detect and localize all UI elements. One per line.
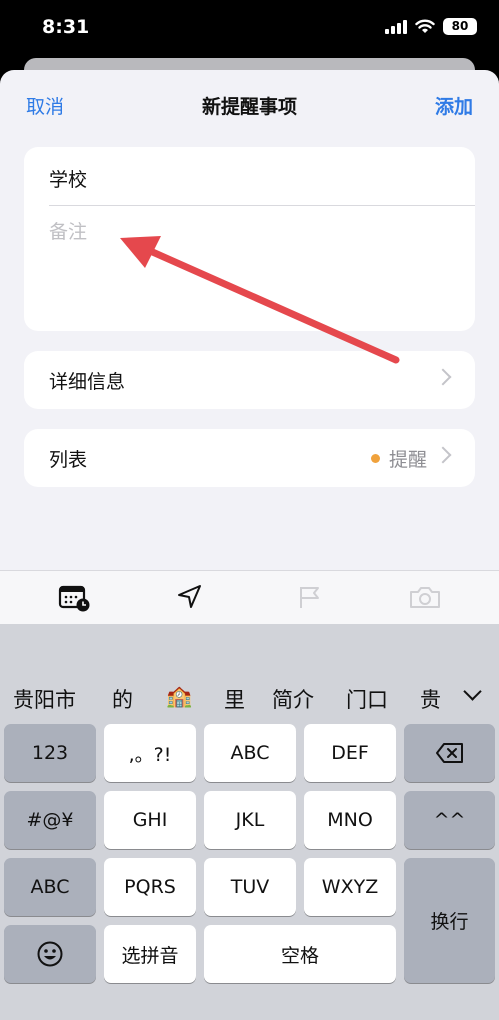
wifi-icon (415, 19, 435, 33)
backspace-icon (435, 743, 463, 763)
status-bar: 8:31 80 (0, 0, 499, 62)
list-name: 提醒 (388, 449, 427, 471)
key-caret[interactable]: ^^ (404, 791, 495, 849)
key-mno[interactable]: MNO (304, 791, 396, 849)
delete-button[interactable] (404, 724, 495, 782)
add-button[interactable]: 添加 (435, 92, 473, 119)
candidate-item[interactable]: 简介 (272, 684, 314, 714)
key-tuv[interactable]: TUV (204, 858, 296, 916)
candidate-item[interactable]: 贵阳市 (13, 684, 76, 714)
key-wxyz[interactable]: WXYZ (304, 858, 396, 916)
list-color-dot (370, 454, 380, 463)
key-ghi[interactable]: GHI (104, 791, 196, 849)
candidate-bar: 贵阳市 的 🏫 里 简介 门口 贵 (0, 676, 499, 716)
title-field[interactable]: 学校 (49, 165, 87, 192)
space-button[interactable]: 空格 (204, 925, 396, 983)
key-123[interactable]: 123 (4, 724, 96, 782)
calendar-clock-icon[interactable] (58, 583, 92, 613)
key-abc-switch[interactable]: ABC (4, 858, 96, 916)
flag-icon[interactable] (296, 583, 324, 611)
location-arrow-icon[interactable] (176, 583, 204, 611)
pinyin-keyboard: 贵阳市 的 🏫 里 简介 门口 贵 123 ,。?! ABC DEF #@¥ G… (0, 624, 499, 1020)
camera-icon[interactable] (408, 583, 442, 611)
chevron-right-icon (434, 446, 452, 464)
list-row[interactable]: 列表 提醒 (24, 429, 475, 487)
chevron-right-icon (434, 368, 452, 386)
expand-candidates-icon[interactable] (463, 682, 482, 701)
key-pqrs[interactable]: PQRS (104, 858, 196, 916)
candidate-item[interactable]: 里 (224, 684, 245, 714)
status-time: 8:31 (42, 16, 90, 38)
emoji-button[interactable] (4, 925, 96, 983)
candidate-item[interactable]: 贵 (420, 684, 441, 714)
notes-field[interactable]: 备注 (49, 217, 87, 244)
title-notes-card: 学校 备注 (24, 147, 475, 331)
emoji-icon (37, 941, 63, 967)
details-label: 详细信息 (49, 371, 126, 393)
keyboard-bottom-area (0, 1004, 499, 1020)
key-abc[interactable]: ABC (204, 724, 296, 782)
page-title: 新提醒事项 (201, 96, 297, 118)
candidate-item[interactable]: 🏫 (166, 684, 192, 709)
divider (49, 205, 475, 206)
return-button[interactable]: 换行 (404, 858, 495, 983)
key-symbols[interactable]: #@¥ (4, 791, 96, 849)
key-punctuation[interactable]: ,。?! (104, 724, 196, 782)
candidate-item[interactable]: 门口 (346, 684, 388, 714)
details-row[interactable]: 详细信息 (24, 351, 475, 409)
list-label: 列表 (49, 449, 88, 471)
cellular-signal-icon (385, 19, 407, 34)
key-jkl[interactable]: JKL (204, 791, 296, 849)
key-select-pinyin[interactable]: 选拼音 (104, 925, 196, 983)
battery-indicator: 80 (443, 18, 477, 35)
candidate-item[interactable]: 的 (112, 684, 133, 714)
status-indicators: 80 (385, 18, 477, 35)
list-value: 提醒 (370, 445, 427, 472)
reminder-toolbar (0, 570, 499, 625)
key-def[interactable]: DEF (304, 724, 396, 782)
